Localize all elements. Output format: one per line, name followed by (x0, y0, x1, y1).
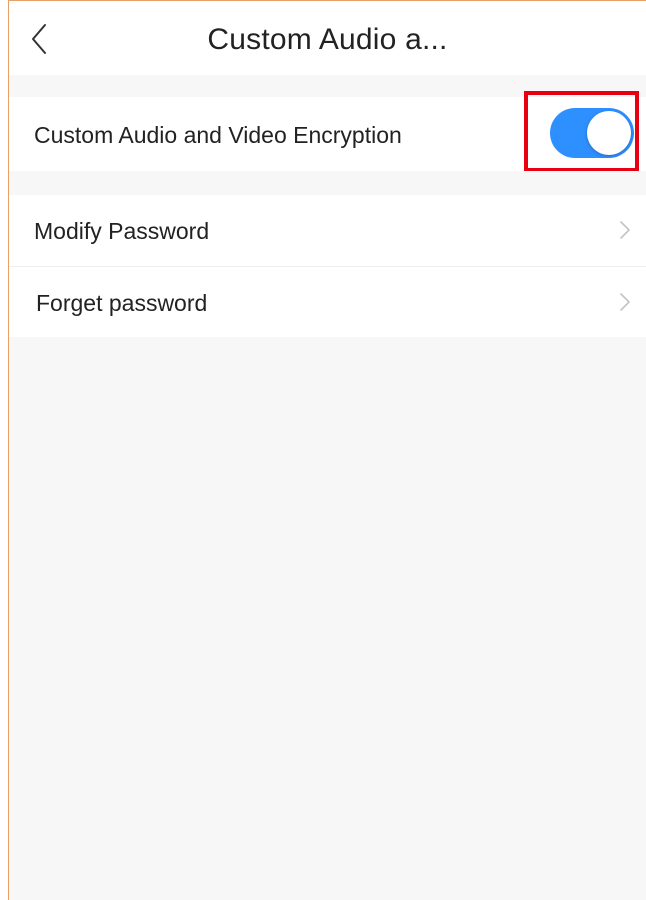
modify-password-label: Modify Password (34, 218, 210, 244)
encryption-toggle-highlight (524, 91, 639, 172)
header-bar: Custom Audio a... (9, 1, 646, 75)
page-title: Custom Audio a... (207, 23, 448, 56)
forget-password-row[interactable]: Forget password (9, 267, 646, 337)
section-divider (9, 171, 646, 195)
forget-password-label: Forget password (36, 290, 208, 316)
toggle-knob (587, 111, 631, 155)
encryption-label: Custom Audio and Video Encryption (34, 122, 402, 148)
modify-password-row[interactable]: Modify Password (9, 195, 646, 267)
settings-screen: Custom Audio a... Custom Audio and Video… (8, 0, 646, 900)
chevron-right-icon (620, 221, 630, 239)
encryption-row: Custom Audio and Video Encryption (9, 91, 646, 172)
encryption-toggle[interactable] (550, 108, 634, 158)
chevron-right-icon (620, 293, 630, 311)
